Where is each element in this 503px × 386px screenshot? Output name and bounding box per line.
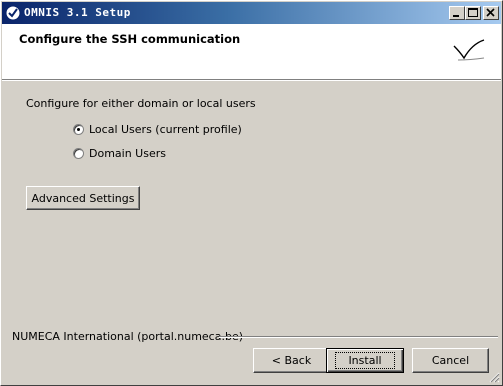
window-title: OMNIS 3.1 Setup — [24, 6, 131, 19]
radio-local-users[interactable] — [73, 124, 84, 135]
page-title: Configure the SSH communication — [19, 32, 241, 46]
radio-domain-users[interactable] — [73, 148, 84, 159]
maximize-button[interactable] — [465, 6, 481, 20]
checkmark-circle-icon — [5, 5, 21, 21]
advanced-settings-button[interactable]: Advanced Settings — [26, 186, 140, 210]
minimize-icon — [453, 15, 459, 17]
brand-text: NUMECA International (portal.numeca.be) — [12, 330, 244, 343]
resize-grip-icon[interactable] — [488, 371, 500, 383]
wizard-header: Configure the SSH communication — [2, 24, 501, 79]
title-bar[interactable]: OMNIS 3.1 Setup — [2, 2, 501, 24]
radio-selected-dot — [77, 128, 80, 131]
cancel-button[interactable]: Cancel — [412, 348, 489, 373]
footer-divider-highlight — [219, 337, 498, 338]
maximize-icon — [468, 8, 478, 17]
setup-window: OMNIS 3.1 Setup Configure the SSH commun… — [0, 0, 503, 386]
config-prompt: Configure for either domain or local use… — [26, 97, 256, 110]
radio-label-domain-users[interactable]: Domain Users — [89, 147, 166, 160]
checkmark-logo-icon — [453, 39, 485, 61]
header-divider-highlight — [2, 80, 501, 81]
close-button[interactable] — [483, 6, 499, 20]
install-button[interactable]: Install — [326, 348, 404, 373]
install-button-label: Install — [335, 352, 395, 369]
close-icon — [486, 8, 495, 17]
back-button[interactable]: < Back — [253, 348, 330, 373]
radio-label-local-users[interactable]: Local Users (current profile) — [89, 123, 242, 136]
minimize-button[interactable] — [449, 6, 465, 20]
